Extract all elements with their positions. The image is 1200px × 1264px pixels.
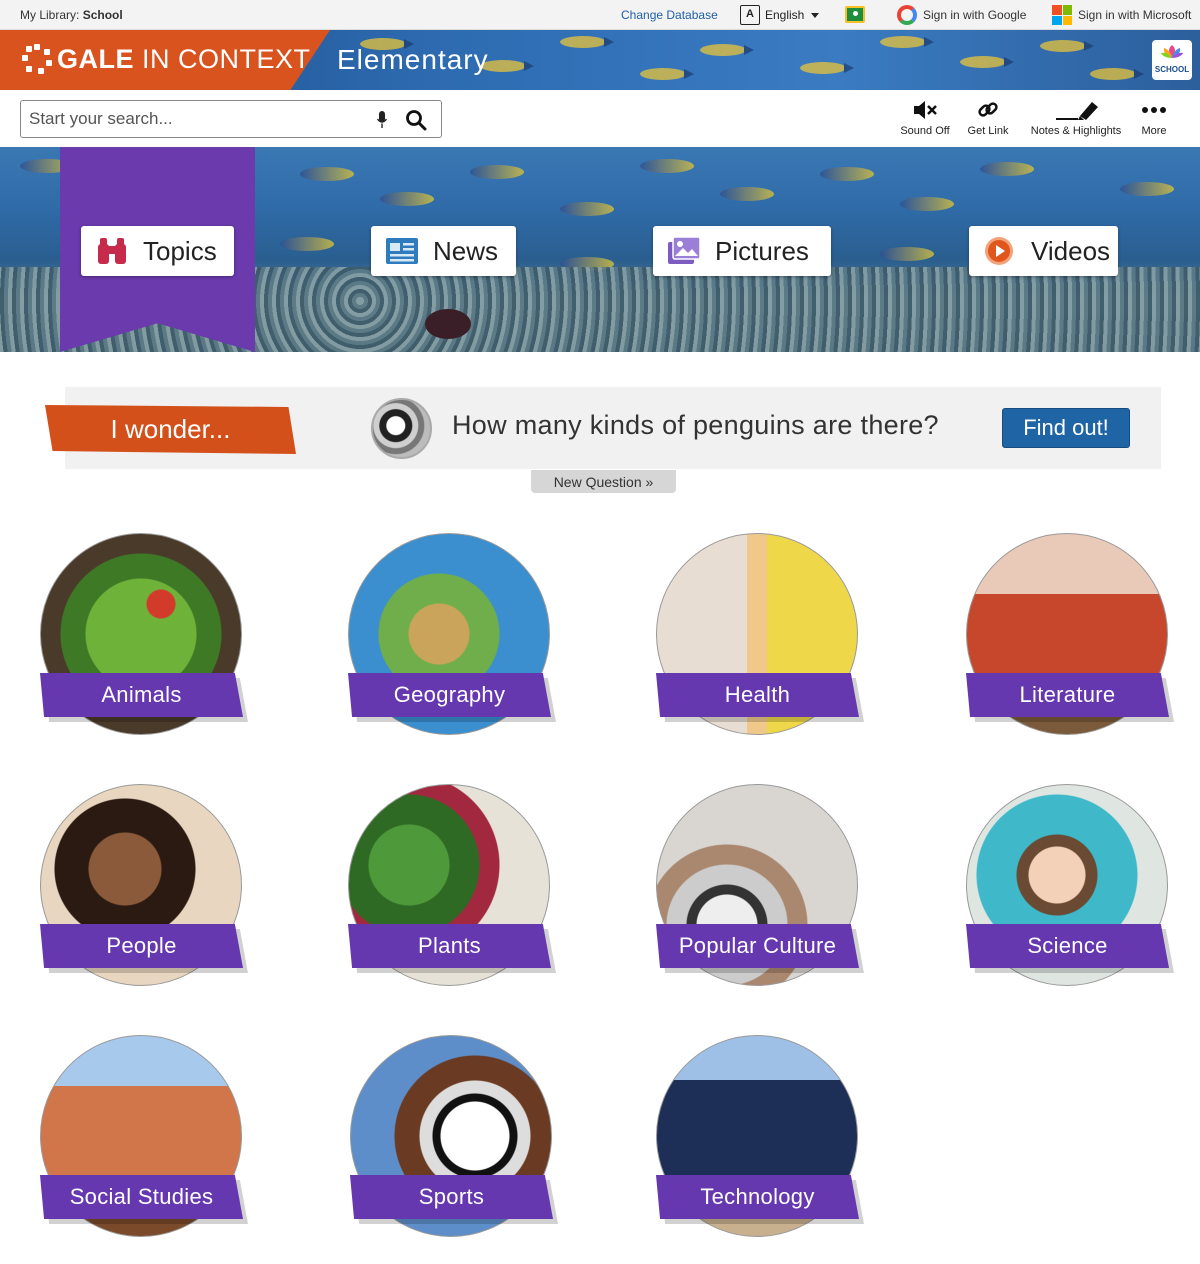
brand-block[interactable]: GALE IN CONTEXT <box>0 30 330 90</box>
penguin-thumbnail <box>371 398 432 459</box>
translate-icon: A <box>740 5 760 25</box>
google-classroom-icon[interactable] <box>845 6 865 23</box>
search-row: Sound Off Get Link Notes & Highlights Mo… <box>0 90 1200 147</box>
product-name: Elementary <box>337 44 489 75</box>
topic-label: Science <box>966 924 1169 968</box>
sign-in-google-label: Sign in with Google <box>923 8 1027 22</box>
topic-sports[interactable]: Sports <box>350 1035 560 1240</box>
hero-banner: Topics News Pictures Videos <box>0 147 1200 352</box>
search-icon[interactable] <box>405 109 427 131</box>
library-indicator: My Library: School <box>20 8 123 22</box>
pictures-icon <box>668 236 701 264</box>
topic-literature[interactable]: Literature <box>966 533 1176 738</box>
sign-in-microsoft-button[interactable]: Sign in with Microsoft <box>1052 4 1191 26</box>
notes-highlights-button[interactable]: Notes & Highlights <box>1022 98 1130 137</box>
topic-geography[interactable]: Geography <box>348 533 558 738</box>
nav-pictures-button[interactable]: Pictures <box>653 226 831 276</box>
wonder-question: How many kinds of penguins are there? <box>452 410 939 440</box>
sound-toggle-label: Sound Off <box>900 125 950 137</box>
topic-label: Social Studies <box>40 1175 243 1219</box>
find-out-button[interactable]: Find out! <box>1002 408 1130 448</box>
topic-people[interactable]: People <box>40 784 250 989</box>
topic-label: People <box>40 924 243 968</box>
topic-plants[interactable]: Plants <box>348 784 558 989</box>
topic-label: Plants <box>348 924 551 968</box>
search-input[interactable] <box>29 107 359 131</box>
link-icon <box>978 102 998 117</box>
library-name: School <box>82 8 123 22</box>
topic-label: Literature <box>966 673 1169 717</box>
microphone-icon[interactable] <box>377 111 387 129</box>
topic-label: Health <box>656 673 859 717</box>
topic-technology[interactable]: Technology <box>656 1035 866 1240</box>
sign-in-google-button[interactable]: Sign in with Google <box>897 4 1026 26</box>
topic-animals[interactable]: Animals <box>40 533 250 738</box>
search-box <box>20 100 442 138</box>
topic-label: Sports <box>350 1175 553 1219</box>
topic-label: Technology <box>656 1175 859 1219</box>
change-database-link[interactable]: Change Database <box>621 8 718 22</box>
highlighter-icon <box>1056 102 1098 120</box>
more-label: More <box>1141 125 1167 137</box>
nav-news-button[interactable]: News <box>371 226 516 276</box>
school-badge[interactable]: SCHOOL <box>1152 40 1192 80</box>
google-icon <box>897 5 917 25</box>
lotus-icon <box>1161 45 1183 58</box>
sound-toggle-button[interactable]: Sound Off <box>895 98 955 137</box>
new-question-button[interactable]: New Question » <box>531 470 676 493</box>
more-button[interactable]: More <box>1134 98 1174 137</box>
speaker-off-icon <box>914 101 937 119</box>
topic-science[interactable]: Science <box>966 784 1176 989</box>
binoculars-icon <box>98 238 126 264</box>
topic-health[interactable]: Health <box>656 533 866 738</box>
topic-label: Geography <box>348 673 551 717</box>
notes-highlights-label: Notes & Highlights <box>1030 125 1122 137</box>
brand-name: GALE IN CONTEXT <box>57 44 311 74</box>
get-link-button[interactable]: Get Link <box>962 98 1014 137</box>
play-icon <box>985 237 1013 265</box>
chevron-down-icon <box>811 12 820 18</box>
language-selector[interactable]: A English <box>740 4 820 26</box>
topic-label: Animals <box>40 673 243 717</box>
nav-news-label: News <box>433 235 499 266</box>
nav-topics-button[interactable]: Topics <box>81 226 234 276</box>
topic-social-studies[interactable]: Social Studies <box>40 1035 250 1240</box>
header-banner: GALE IN CONTEXT Elementary SCHOOL <box>0 30 1200 90</box>
nav-topics-label: Topics <box>143 235 217 266</box>
nav-pictures-label: Pictures <box>715 235 809 266</box>
utility-bar: My Library: School Change Database A Eng… <box>0 0 1200 30</box>
nav-videos-button[interactable]: Videos <box>969 226 1118 276</box>
topic-popular-culture[interactable]: Popular Culture <box>656 784 866 989</box>
sign-in-microsoft-label: Sign in with Microsoft <box>1078 8 1192 22</box>
library-label: My Library: <box>20 8 80 22</box>
language-label: English <box>765 8 805 22</box>
get-link-label: Get Link <box>967 125 1009 137</box>
fish-image <box>425 309 471 339</box>
nav-videos-label: Videos <box>1031 235 1111 266</box>
newspaper-icon <box>386 238 418 264</box>
gale-logo-icon <box>22 44 52 74</box>
topic-label: Popular Culture <box>656 924 859 968</box>
i-wonder-tag: I wonder... <box>45 405 296 454</box>
microsoft-icon <box>1052 5 1072 25</box>
more-dots-icon <box>1142 107 1166 113</box>
